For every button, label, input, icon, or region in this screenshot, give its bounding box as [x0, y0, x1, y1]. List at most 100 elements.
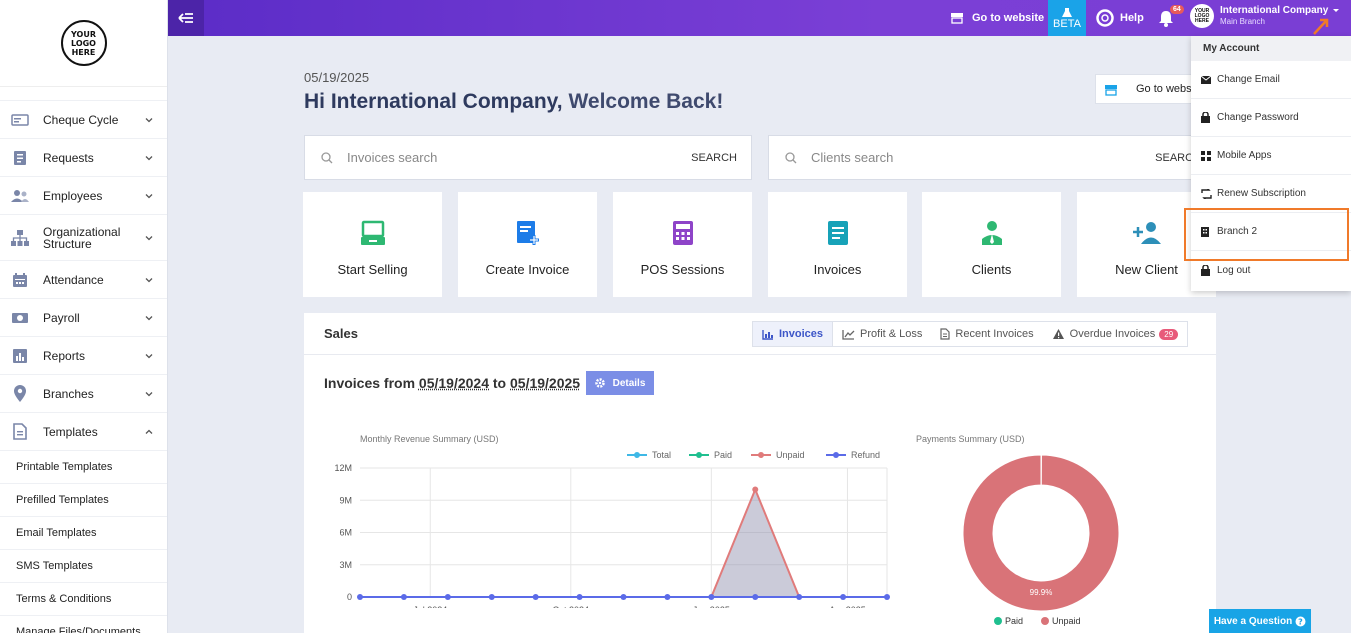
sidebar-item-label: Cheque Cycle [43, 112, 119, 127]
clients-tile[interactable]: Clients [922, 192, 1061, 297]
x-tick-label: Jan 2025 [693, 605, 730, 608]
sidebar-item-payroll[interactable]: Payroll [0, 299, 167, 337]
legend-item: Paid [994, 616, 1023, 626]
change-email-item[interactable]: Change Email [1191, 61, 1351, 99]
lock-icon [1201, 264, 1213, 276]
tab-profit-loss[interactable]: Profit & Loss [833, 322, 931, 346]
range-to-word: to [489, 375, 510, 391]
legend-item: Refund [826, 450, 880, 460]
sub-item-sms-templates[interactable]: SMS Templates [0, 550, 167, 583]
go-to-website-link[interactable]: Go to website [950, 0, 1044, 36]
search-icon [321, 151, 333, 163]
sub-item-terms-conditions[interactable]: Terms & Conditions [0, 583, 167, 616]
chevron-down-icon [145, 235, 153, 240]
greeting-name: Hi International Company, [304, 90, 563, 113]
data-point [884, 594, 890, 600]
data-point [357, 594, 363, 600]
flask-icon [1062, 7, 1072, 17]
sidebar-nav: Cheque Cycle Requests Employees Organiza… [0, 101, 167, 451]
invoices-search-box: Invoices search SEARCH [304, 135, 752, 180]
envelope-icon [1201, 75, 1213, 84]
sub-item-manage-files[interactable]: Manage Files/Documents [0, 616, 167, 633]
data-point [620, 594, 627, 600]
data-point [708, 594, 715, 600]
clients-search-input[interactable]: Clients search [811, 150, 893, 165]
legend-marker [758, 452, 764, 458]
store-icon [951, 13, 963, 24]
lifebuoy-icon [1096, 9, 1114, 27]
tab-recent-invoices[interactable]: Recent Invoices [931, 322, 1042, 346]
location-pin-icon [10, 384, 30, 404]
sidebar-item-templates[interactable]: Templates [0, 413, 167, 451]
data-point [840, 594, 847, 600]
gear-icon [594, 378, 605, 388]
invoices-search-button[interactable]: SEARCH [691, 152, 737, 164]
sidebar-item-attendance[interactable]: Attendance [0, 261, 167, 299]
invoices-tile[interactable]: Invoices [768, 192, 907, 297]
search-icon [785, 151, 797, 163]
sidebar-item-branches[interactable]: Branches [0, 375, 167, 413]
have-a-question-button[interactable]: Have a Question ? [1209, 609, 1311, 633]
help-link[interactable]: Help [1096, 0, 1144, 36]
topbar: Go to website BETA Help 64 YOUR LOGO HER… [168, 0, 1351, 36]
range-to-date[interactable]: 05/19/2025 [510, 375, 580, 391]
legend-marker [1041, 617, 1049, 625]
sales-panel: Sales Invoices Profit & Loss Recent Invo… [304, 313, 1216, 633]
legend-label: Paid [714, 450, 732, 460]
range-from-date[interactable]: 05/19/2024 [419, 375, 489, 391]
menu-item-label: Renew Subscription [1217, 188, 1306, 199]
money-icon [10, 308, 30, 328]
monthly-revenue-chart: Monthly Revenue Summary (USD) 0 3M 6M 9M 12M J… [334, 434, 890, 608]
invoices-search-input[interactable]: Invoices search [347, 150, 437, 165]
sidebar-scroll-strip [0, 87, 167, 101]
warning-icon [1052, 329, 1064, 339]
bar-chart-icon [10, 346, 30, 366]
help-label: Help [1120, 12, 1144, 24]
company-logo[interactable]: YOUR LOGO HERE [60, 20, 107, 66]
sidebar-item-cheque-cycle[interactable]: Cheque Cycle [0, 101, 167, 139]
series-area [360, 489, 887, 597]
sidebar-item-organizational-structure[interactable]: Organizational Structure [0, 215, 167, 261]
sub-item-prefilled-templates[interactable]: Prefilled Templates [0, 484, 167, 517]
x-tick-label: Jul 2024 [413, 605, 447, 608]
start-selling-tile[interactable]: Start Selling [303, 192, 442, 297]
legend-label: Refund [851, 450, 880, 460]
y-tick-label: 0 [347, 592, 352, 602]
tab-label: Invoices [779, 328, 824, 340]
create-invoice-tile[interactable]: Create Invoice [458, 192, 597, 297]
menu-toggle-button[interactable] [168, 0, 204, 36]
people-icon [10, 186, 30, 206]
tab-invoices[interactable]: Invoices [753, 322, 834, 346]
add-user-icon [1132, 218, 1162, 248]
legend-item: Paid [689, 450, 732, 460]
details-button[interactable]: Details [586, 371, 654, 395]
sidebar-item-employees[interactable]: Employees [0, 177, 167, 215]
refresh-icon [1201, 188, 1213, 199]
tile-label: POS Sessions [640, 262, 725, 277]
tile-label: New Client [1115, 262, 1178, 277]
change-password-item[interactable]: Change Password [1191, 99, 1351, 137]
sub-item-printable-templates[interactable]: Printable Templates [0, 451, 167, 484]
beta-button[interactable]: BETA [1048, 0, 1086, 36]
sub-item-email-templates[interactable]: Email Templates [0, 517, 167, 550]
lock-icon [1201, 112, 1213, 123]
collapse-menu-icon [178, 13, 193, 23]
tab-overdue-invoices[interactable]: Overdue Invoices 29 [1043, 322, 1188, 346]
annotation-highlight-box [1184, 208, 1349, 261]
help-button-label: Have a Question [1213, 615, 1293, 627]
sidebar-item-label: Attendance [43, 272, 104, 287]
mobile-apps-item[interactable]: Mobile Apps [1191, 137, 1351, 175]
chart-title: Monthly Revenue Summary (USD) [360, 434, 499, 444]
overdue-count-badge: 29 [1159, 328, 1179, 340]
menu-item-label: Log out [1217, 264, 1251, 276]
question-icon: ? [1295, 616, 1306, 626]
sidebar-item-label: Branches [43, 386, 94, 401]
sidebar-item-reports[interactable]: Reports [0, 337, 167, 375]
sidebar-item-label: Reports [43, 348, 86, 363]
sidebar-item-requests[interactable]: Requests [0, 139, 167, 177]
pos-sessions-tile[interactable]: POS Sessions [613, 192, 752, 297]
x-tick-label: Apr 2025 [829, 605, 866, 608]
apps-grid-icon [1201, 150, 1213, 161]
clients-search-box: Clients search SEARCH [768, 135, 1216, 180]
line-chart-icon [842, 329, 855, 340]
